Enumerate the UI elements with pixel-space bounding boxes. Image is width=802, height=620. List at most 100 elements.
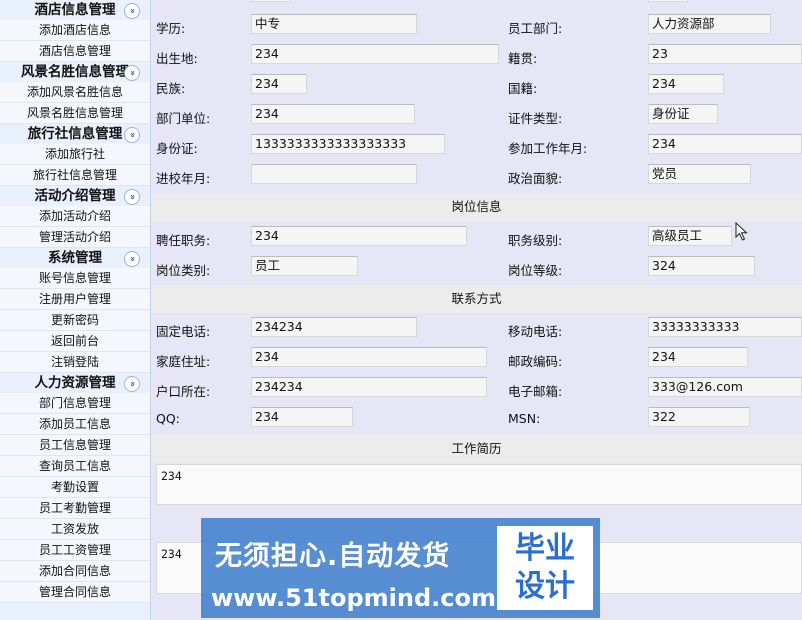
email-field[interactable]: 333@126.com [648,377,802,397]
job-rank-label: 职务级别: [508,233,563,248]
sidebar-link[interactable]: 管理合同信息 [0,582,150,603]
chevron-double-down-icon[interactable]: » [124,376,140,392]
sidebar-link[interactable]: 员工考勤管理 [0,498,150,519]
nationality-field[interactable]: 234 [648,74,724,94]
msn-field[interactable]: 322 [648,407,750,427]
sidebar: 酒店信息管理» 添加酒店信息 酒店信息管理 风景名胜信息管理» 添加风景名胜信息 风景名胜… [0,0,151,620]
sidebar-group-0[interactable]: 酒店信息管理 » [0,0,150,20]
education-field[interactable]: 中专 [251,14,417,34]
birthplace-field[interactable]: 234 [251,44,499,64]
native-place-label: 籍贯: [508,51,538,66]
sidebar-group-items: 添加旅行社 旅行社信息管理 [0,144,150,186]
sidebar-link[interactable]: 注册用户管理 [0,289,150,310]
chevron-double-down-icon[interactable]: » [124,189,140,205]
sidebar-group-items: 添加风景名胜信息 风景名胜信息管理 [0,82,150,124]
sidebar-group-items: 部门信息管理 添加员工信息 员工信息管理 查询员工信息 考勤设置 员工考勤管理 工资发放 员工… [0,393,150,603]
sidebar-group-title: 酒店信息管理 [34,2,116,18]
chevron-double-down-icon[interactable]: » [124,3,140,19]
id-card-label: 身份证: [156,141,198,156]
sidebar-link[interactable]: 添加酒店信息 [0,20,150,41]
email-label: 电子邮箱: [508,384,563,399]
sidebar-link[interactable]: 注销登陆 [0,352,150,373]
sidebar-link[interactable]: 添加活动介绍 [0,206,150,227]
sidebar-group-2[interactable]: 旅行社信息管理» [0,124,150,144]
birthplace-label: 出生地: [156,51,198,66]
native-place-field[interactable]: 23 [648,44,802,64]
id-card-field[interactable]: 1333333333333333333 [251,134,445,154]
resume-textarea[interactable]: 234 [156,464,802,505]
mobile-field[interactable]: 33333333333 [648,317,802,337]
zip-field[interactable]: 234 [648,347,748,367]
zip-label: 邮政编码: [508,354,563,369]
mobile-label: 移动电话: [508,324,563,339]
address-label: 家庭住址: [156,354,211,369]
sidebar-link[interactable]: 更新密码 [0,310,150,331]
job-rank-field[interactable]: 高级员工 [648,226,732,246]
ethnic-field[interactable]: 234 [251,74,307,94]
chevron-double-down-icon[interactable]: » [124,127,140,143]
hukou-field[interactable]: 234234 [251,377,487,397]
work-start-label: 参加工作年月: [508,141,588,156]
sidebar-link[interactable]: 旅行社信息管理 [0,165,150,186]
sidebar-group-title: 活动介绍管理 [34,188,116,204]
political-label: 政治面貌: [508,171,563,186]
address-field[interactable]: 234 [251,347,487,367]
sidebar-group-items: 账号信息管理 注册用户管理 更新密码 返回前台 注销登陆 [0,268,150,373]
sidebar-group-items: 添加活动介绍 管理活动介绍 [0,206,150,248]
school-entry-field[interactable] [251,164,417,184]
work-start-field[interactable]: 234 [648,134,802,154]
badge-line1: 毕业 [515,531,575,566]
sidebar-link[interactable]: 风景名胜信息管理 [0,103,150,124]
hire-position-field[interactable]: 234 [251,226,467,246]
qq-label: QQ: [156,411,180,426]
section-resume: 工作简历 [151,435,802,463]
watermark-badge: 毕业 设计 [497,526,593,610]
sidebar-link[interactable]: 账号信息管理 [0,268,150,289]
qq-field[interactable]: 234 [251,407,353,427]
sidebar-link[interactable]: 考勤设置 [0,477,150,498]
sidebar-group-5[interactable]: 人力资源管理 » [0,373,150,393]
sidebar-link[interactable]: 查询员工信息 [0,456,150,477]
section-contact: 联系方式 [151,285,802,313]
sidebar-link[interactable]: 工资发放 [0,519,150,540]
sidebar-link[interactable]: 添加风景名胜信息 [0,82,150,103]
nationality-label: 国籍: [508,81,538,96]
school-entry-label: 进校年月: [156,171,211,186]
unit-field[interactable]: 234 [251,104,415,124]
sidebar-link[interactable]: 添加员工信息 [0,414,150,435]
political-field[interactable]: 党员 [648,164,751,184]
sidebar-link[interactable]: 员工工资管理 [0,540,150,561]
sidebar-group-title: 人力资源管理 [34,375,116,391]
department-field[interactable]: 人力资源部 [648,14,771,34]
sidebar-group-4[interactable]: 系统管理 » [0,248,150,268]
phone-label: 固定电话: [156,324,211,339]
ethnic-label: 民族: [156,81,186,96]
chevron-double-down-icon[interactable]: » [124,65,140,81]
sidebar-link[interactable]: 添加合同信息 [0,561,150,582]
sidebar-link[interactable]: 酒店信息管理 [0,41,150,62]
sidebar-group-3[interactable]: 活动介绍管理 » [0,186,150,206]
badge-line2: 设计 [515,569,575,604]
id-type-label: 证件类型: [508,111,563,126]
sidebar-link[interactable]: 部门信息管理 [0,393,150,414]
post-type-field[interactable]: 员工 [251,256,358,276]
sidebar-group-1[interactable]: 风景名胜信息管理» [0,62,150,82]
chevron-double-down-icon[interactable]: » [124,251,140,267]
id-type-field[interactable]: 身份证 [648,104,718,124]
sidebar-group-title: 风景名胜信息管理 [21,64,129,80]
post-level-label: 岗位等级: [508,263,563,278]
sidebar-link[interactable]: 管理活动介绍 [0,227,150,248]
post-type-label: 岗位类别: [156,263,211,278]
watermark-url: www.51topmind.com [211,584,496,612]
watermark-slogan: 无须担心.自动发货 [215,541,451,572]
sidebar-link[interactable]: 返回前台 [0,331,150,352]
sidebar-link[interactable]: 添加旅行社 [0,144,150,165]
watermark-banner: 无须担心.自动发货 www.51topmind.com 毕业 设计 [201,518,600,618]
sidebar-link[interactable]: 员工信息管理 [0,435,150,456]
phone-field[interactable]: 234234 [251,317,417,337]
sidebar-group-title: 旅行社信息管理 [27,126,123,142]
sidebar-groups: 酒店信息管理» 添加酒店信息 酒店信息管理 风景名胜信息管理» 添加风景名胜信息 风景名胜… [0,0,150,603]
sidebar-group-items: 添加酒店信息 酒店信息管理 [0,20,150,62]
department-label: 员工部门: [508,21,563,36]
post-level-field[interactable]: 324 [648,256,755,276]
